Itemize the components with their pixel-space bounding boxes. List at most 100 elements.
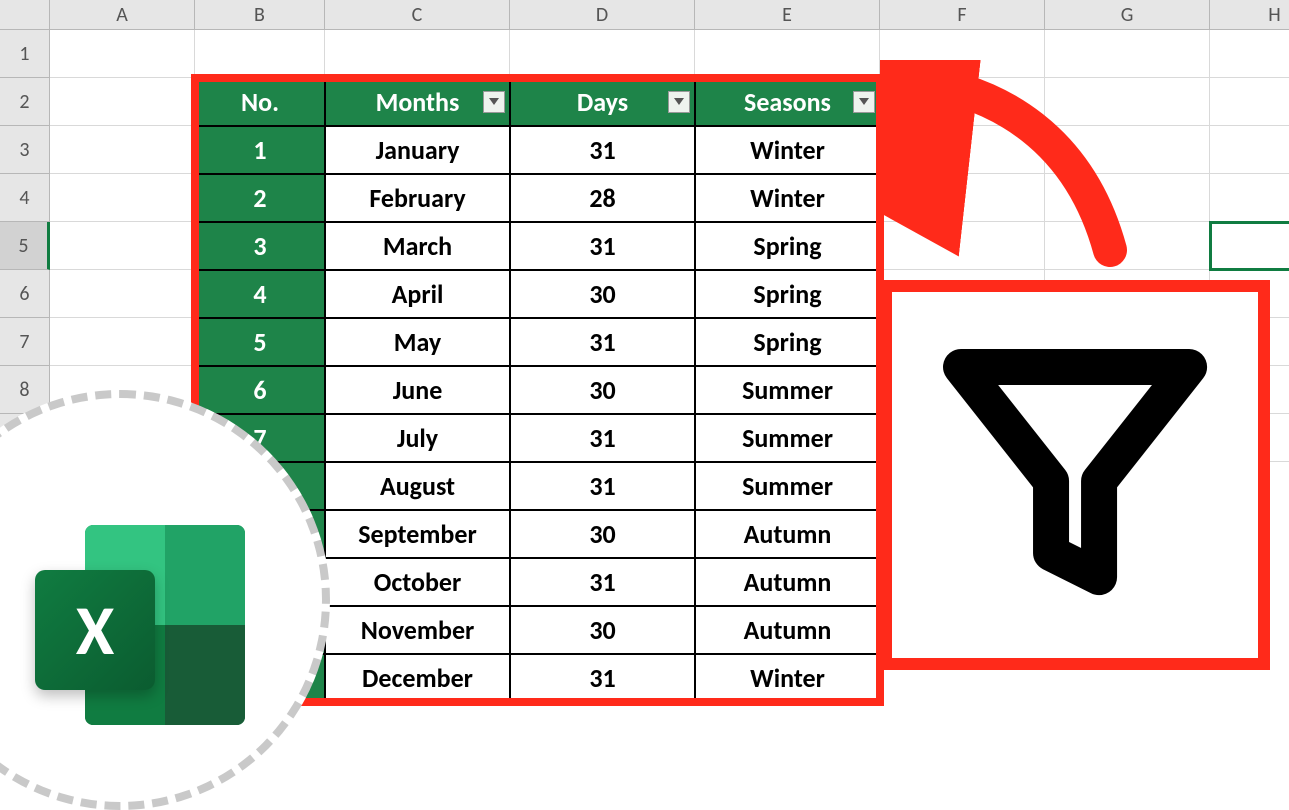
table-header-no[interactable]: No. xyxy=(195,78,325,126)
table-cell[interactable]: May xyxy=(325,318,510,366)
table-cell[interactable]: 31 xyxy=(510,126,695,174)
table-cell[interactable]: Autumn xyxy=(695,558,880,606)
table-cell[interactable]: February xyxy=(325,174,510,222)
table-cell[interactable]: April xyxy=(325,270,510,318)
table-cell[interactable]: Spring xyxy=(695,222,880,270)
table-header-label: Days xyxy=(577,86,628,118)
cell-F4[interactable] xyxy=(880,174,1045,222)
column-header-H[interactable]: H xyxy=(1210,0,1289,30)
column-header-F[interactable]: F xyxy=(880,0,1045,30)
table-cell[interactable]: Winter xyxy=(695,654,880,702)
cell-A4[interactable] xyxy=(50,174,195,222)
row-header-3[interactable]: 3 xyxy=(0,126,50,174)
filter-callout xyxy=(880,280,1270,670)
spreadsheet: ABCDEFGH 123456789 No. Months Days Seasons 1… xyxy=(0,0,1289,720)
table-header-months[interactable]: Months xyxy=(325,78,510,126)
table-cell[interactable]: 28 xyxy=(510,174,695,222)
table-header-label: No. xyxy=(241,86,279,118)
table-cell[interactable]: Spring xyxy=(695,270,880,318)
table-cell[interactable]: 4 xyxy=(195,270,325,318)
cell-A5[interactable] xyxy=(50,222,195,270)
row-header-2[interactable]: 2 xyxy=(0,78,50,126)
table-cell[interactable]: 2 xyxy=(195,174,325,222)
row-header-4[interactable]: 4 xyxy=(0,174,50,222)
table-header-seasons[interactable]: Seasons xyxy=(695,78,880,126)
table-cell[interactable]: 5 xyxy=(195,318,325,366)
cell-A6[interactable] xyxy=(50,270,195,318)
table-cell[interactable]: Autumn xyxy=(695,510,880,558)
funnel-icon xyxy=(925,325,1225,625)
row-header-5[interactable]: 5 xyxy=(0,222,50,270)
table-cell[interactable]: 30 xyxy=(510,270,695,318)
row-header-column: 123456789 xyxy=(0,30,50,462)
column-header-G[interactable]: G xyxy=(1045,0,1210,30)
cell-B1[interactable] xyxy=(195,30,325,78)
table-cell[interactable]: July xyxy=(325,414,510,462)
table-cell[interactable]: March xyxy=(325,222,510,270)
cell-G5[interactable] xyxy=(1045,222,1210,270)
cell-A1[interactable] xyxy=(50,30,195,78)
table-cell[interactable]: 30 xyxy=(510,366,695,414)
filter-dropdown-seasons[interactable] xyxy=(853,91,875,113)
table-header-label: Months xyxy=(376,86,460,118)
cell-G1[interactable] xyxy=(1045,30,1210,78)
table-cell[interactable]: 6 xyxy=(195,366,325,414)
cell-G3[interactable] xyxy=(1045,126,1210,174)
cell-G2[interactable] xyxy=(1045,78,1210,126)
table-cell[interactable]: Winter xyxy=(695,174,880,222)
column-header-row: ABCDEFGH xyxy=(0,0,1289,30)
cell-E1[interactable] xyxy=(695,30,880,78)
cell-F5[interactable] xyxy=(880,222,1045,270)
cell-C1[interactable] xyxy=(325,30,510,78)
excel-logo-icon: X xyxy=(35,525,245,725)
table-cell[interactable]: Winter xyxy=(695,126,880,174)
column-header-D[interactable]: D xyxy=(510,0,695,30)
table-cell[interactable]: Spring xyxy=(695,318,880,366)
cell-D1[interactable] xyxy=(510,30,695,78)
table-cell[interactable]: August xyxy=(325,462,510,510)
table-cell[interactable]: 30 xyxy=(510,510,695,558)
table-cell[interactable]: October xyxy=(325,558,510,606)
cell-H4[interactable] xyxy=(1210,174,1289,222)
column-header-A[interactable]: A xyxy=(50,0,195,30)
row-header-1[interactable]: 1 xyxy=(0,30,50,78)
table-cell[interactable]: January xyxy=(325,126,510,174)
table-cell[interactable]: 31 xyxy=(510,414,695,462)
cell-F1[interactable] xyxy=(880,30,1045,78)
table-cell[interactable]: 31 xyxy=(510,654,695,702)
table-cell[interactable]: 31 xyxy=(510,318,695,366)
filter-dropdown-months[interactable] xyxy=(483,91,505,113)
cell-A7[interactable] xyxy=(50,318,195,366)
table-cell[interactable]: September xyxy=(325,510,510,558)
column-header-E[interactable]: E xyxy=(695,0,880,30)
table-cell[interactable]: June xyxy=(325,366,510,414)
cell-H1[interactable] xyxy=(1210,30,1289,78)
table-cell[interactable]: 31 xyxy=(510,222,695,270)
table-cell[interactable]: 3 xyxy=(195,222,325,270)
table-cell[interactable]: Summer xyxy=(695,462,880,510)
table-cell[interactable]: December xyxy=(325,654,510,702)
cell-H5[interactable] xyxy=(1210,222,1289,270)
column-header-C[interactable]: C xyxy=(325,0,510,30)
cell-H3[interactable] xyxy=(1210,126,1289,174)
table-cell[interactable]: 31 xyxy=(510,462,695,510)
cell-G4[interactable] xyxy=(1045,174,1210,222)
cell-F2[interactable] xyxy=(880,78,1045,126)
cell-A3[interactable] xyxy=(50,126,195,174)
table-cell[interactable]: November xyxy=(325,606,510,654)
row-header-7[interactable]: 7 xyxy=(0,318,50,366)
table-cell[interactable]: 1 xyxy=(195,126,325,174)
table-cell[interactable]: Summer xyxy=(695,366,880,414)
filter-dropdown-days[interactable] xyxy=(668,91,690,113)
table-cell[interactable]: 31 xyxy=(510,558,695,606)
cell-A2[interactable] xyxy=(50,78,195,126)
cell-H2[interactable] xyxy=(1210,78,1289,126)
column-header-B[interactable]: B xyxy=(195,0,325,30)
cell-F3[interactable] xyxy=(880,126,1045,174)
table-header-days[interactable]: Days xyxy=(510,78,695,126)
table-cell[interactable]: Summer xyxy=(695,414,880,462)
table-cell[interactable]: 30 xyxy=(510,606,695,654)
select-all-corner[interactable] xyxy=(0,0,50,30)
table-cell[interactable]: Autumn xyxy=(695,606,880,654)
row-header-6[interactable]: 6 xyxy=(0,270,50,318)
